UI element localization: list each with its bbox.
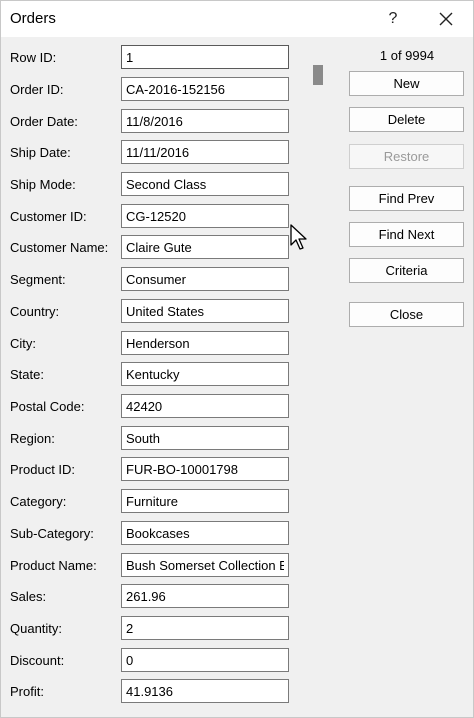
row-id-input[interactable] xyxy=(121,45,289,69)
profit-input[interactable] xyxy=(121,679,289,703)
field-label: Sales: xyxy=(10,589,47,604)
scrollbar-thumb[interactable] xyxy=(313,65,323,85)
field-label: Postal Code: xyxy=(10,399,85,414)
record-scrollbar[interactable] xyxy=(310,49,325,709)
postal-code-input[interactable] xyxy=(121,394,289,418)
field-label: Segment: xyxy=(10,272,66,287)
segment-input[interactable] xyxy=(121,267,289,291)
criteria-button[interactable]: Criteria xyxy=(349,258,464,283)
field-label: Customer ID: xyxy=(10,209,87,224)
new-button[interactable]: New xyxy=(349,71,464,96)
product-id-input[interactable] xyxy=(121,457,289,481)
data-form-dialog: Orders ? Row ID: Order ID: Order Date: S… xyxy=(0,0,474,718)
field-label: State: xyxy=(10,367,44,382)
field-label: Product ID: xyxy=(10,462,76,477)
state-input[interactable] xyxy=(121,362,289,386)
record-counter: 1 of 9994 xyxy=(379,48,435,63)
window-title: Orders xyxy=(10,10,56,27)
order-date-input[interactable] xyxy=(121,109,289,133)
field-label: City: xyxy=(10,336,36,351)
customer-id-input[interactable] xyxy=(121,204,289,228)
order-id-input[interactable] xyxy=(121,77,289,101)
sales-input[interactable] xyxy=(121,584,289,608)
field-label: Category: xyxy=(10,494,67,509)
field-label: Order ID: xyxy=(10,82,64,97)
close-icon xyxy=(439,12,453,26)
field-label: Profit: xyxy=(10,684,44,699)
field-label: Country: xyxy=(10,304,60,319)
ship-mode-input[interactable] xyxy=(121,172,289,196)
customer-name-input[interactable] xyxy=(121,235,289,259)
field-label: Product Name: xyxy=(10,558,97,573)
field-label: Customer Name: xyxy=(10,240,109,255)
help-button[interactable]: ? xyxy=(377,1,409,37)
ship-date-input[interactable] xyxy=(121,140,289,164)
field-label: Ship Date: xyxy=(10,145,71,160)
field-label: Discount: xyxy=(10,653,65,668)
region-input[interactable] xyxy=(121,426,289,450)
field-label: Ship Mode: xyxy=(10,177,76,192)
mouse-pointer-icon xyxy=(290,224,307,250)
find-next-button[interactable]: Find Next xyxy=(349,222,464,247)
field-label: Order Date: xyxy=(10,114,78,129)
delete-button[interactable]: Delete xyxy=(349,107,464,132)
discount-input[interactable] xyxy=(121,648,289,672)
city-input[interactable] xyxy=(121,331,289,355)
field-label: Quantity: xyxy=(10,621,63,636)
field-label: Sub-Category: xyxy=(10,526,94,541)
country-input[interactable] xyxy=(121,299,289,323)
restore-button[interactable]: Restore xyxy=(349,144,464,169)
product-name-input[interactable] xyxy=(121,553,289,577)
close-window-button[interactable] xyxy=(429,1,463,37)
close-button[interactable]: Close xyxy=(349,302,464,327)
field-label: Row ID: xyxy=(10,50,57,65)
field-label: Region: xyxy=(10,431,55,446)
category-input[interactable] xyxy=(121,489,289,513)
quantity-input[interactable] xyxy=(121,616,289,640)
sub-category-input[interactable] xyxy=(121,521,289,545)
title-bar: Orders ? xyxy=(1,1,473,37)
find-prev-button[interactable]: Find Prev xyxy=(349,186,464,211)
